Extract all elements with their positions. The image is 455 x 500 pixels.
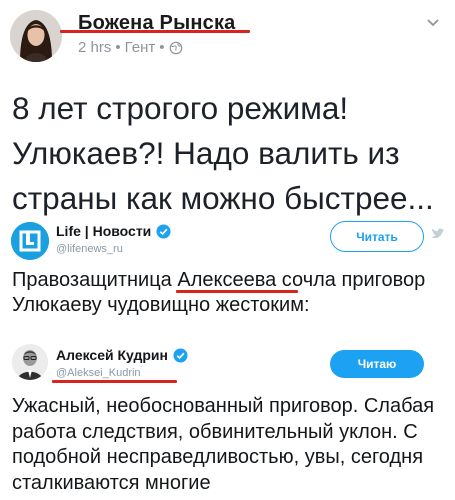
post-time[interactable]: 2 hrs [78, 39, 111, 56]
life-logo-icon[interactable] [11, 222, 49, 260]
author-avatar[interactable] [10, 10, 62, 62]
post-meta: 2 hrs • Гент • [78, 39, 183, 56]
verified-icon [156, 223, 171, 239]
meta-separator: • [115, 39, 121, 56]
kudrin-handle[interactable]: @Aleksei_Kudrin [56, 367, 141, 379]
life-handle[interactable]: @lifenews_ru [56, 243, 123, 255]
highlight-underline [176, 290, 298, 293]
life-tweet-text: Правозащитница Алексеева сочла приговор … [12, 268, 452, 318]
kudrin-avatar[interactable] [12, 344, 48, 380]
more-icon[interactable] [425, 14, 441, 30]
handle-underline [52, 380, 177, 383]
post-text: 8 лет строгого режима! Улюкаев?! Надо ва… [12, 90, 434, 216]
follow-button-life[interactable]: Читать [330, 221, 424, 252]
life-account-name[interactable]: Life | Новости [56, 223, 171, 239]
kudrin-name-text: Алексей Кудрин [56, 347, 168, 363]
follow-button-kudrin[interactable]: Читаю [330, 350, 424, 378]
post-location[interactable]: Гент [125, 39, 156, 56]
globe-icon [169, 41, 182, 54]
kudrin-account-name[interactable]: Алексей Кудрин [56, 347, 188, 363]
twitter-bird-icon[interactable] [429, 224, 447, 242]
life-name-text: Life | Новости [56, 223, 152, 239]
kudrin-tweet-text: Ужасный, необоснованный приговор. Слабая… [12, 395, 435, 494]
life-text-part1: Правозащитница [12, 269, 178, 291]
meta-separator: • [159, 39, 165, 56]
author-underline [60, 30, 250, 33]
life-text-highlight: Алексеева [177, 269, 277, 291]
verified-icon [173, 347, 188, 363]
